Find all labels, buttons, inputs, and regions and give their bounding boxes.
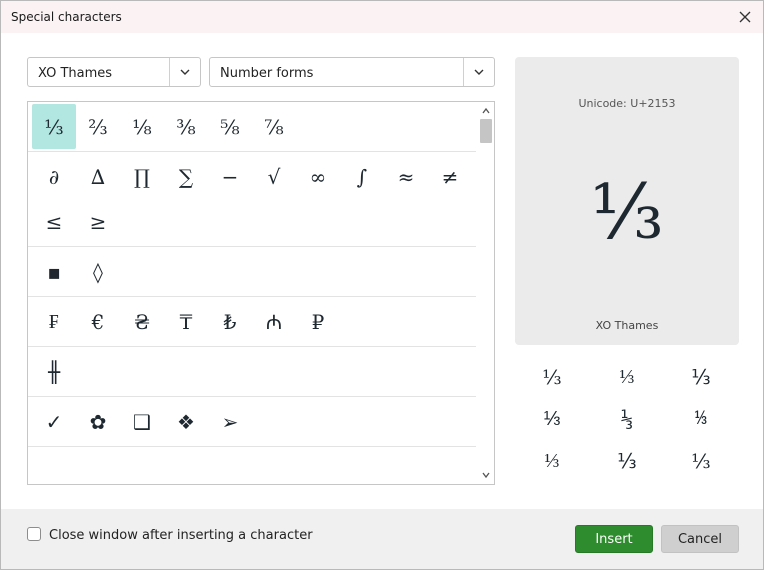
dialog-footer: Close window after inserting a character… — [1, 509, 763, 569]
char-cell[interactable]: − — [208, 154, 252, 199]
scrollbar-thumb[interactable] — [480, 119, 492, 143]
variant-glyph[interactable]: ⅓ — [590, 399, 664, 439]
char-cell[interactable]: ₽ — [296, 299, 340, 344]
character-grid: ⅓ ⅔ ⅛ ⅜ ⅝ ⅞ ∂ ∆ ∏ ∑ − √ ∞ ∫ ≈ ≠ ≤ ≥ ▪ ◊ ₣ € ₴ ₸ ₺ ₼ ₽ ╫ ✓ ✿ ❑ ❖ ➢ — [27, 101, 495, 485]
char-cell[interactable]: ₣ — [32, 299, 76, 344]
char-cell[interactable]: ✓ — [32, 399, 76, 444]
scroll-up-icon[interactable] — [481, 106, 491, 116]
char-cell[interactable]: ◊ — [76, 249, 120, 294]
char-cell[interactable]: ∏ — [120, 154, 164, 199]
font-select-value: XO Thames — [38, 66, 113, 81]
dialog-title: Special characters — [11, 10, 122, 24]
special-characters-dialog: Special characters XO Thames Number form… — [0, 0, 764, 570]
char-cell[interactable]: ≥ — [76, 199, 120, 244]
char-cell[interactable]: ⅔ — [76, 104, 120, 149]
char-cell[interactable]: € — [76, 299, 120, 344]
cancel-button[interactable]: Cancel — [661, 525, 739, 553]
variant-glyph[interactable]: ⅓ — [515, 357, 589, 397]
char-cell[interactable]: ≈ — [384, 154, 428, 199]
char-cell[interactable]: ₴ — [120, 299, 164, 344]
char-group: ∂ ∆ ∏ ∑ − √ ∞ ∫ ≈ ≠ ≤ ≥ — [28, 152, 476, 247]
scroll-down-icon[interactable] — [481, 470, 491, 480]
chevron-down-icon — [180, 69, 190, 75]
preview-glyph: ⅓ — [590, 167, 664, 256]
char-cell[interactable]: ⅜ — [164, 104, 208, 149]
variant-glyph[interactable]: ⅓ — [515, 441, 589, 481]
char-cell[interactable]: ⅞ — [252, 104, 296, 149]
char-group: ▪ ◊ — [28, 247, 476, 297]
char-cell[interactable]: ➢ — [208, 399, 252, 444]
char-cell[interactable]: ⅝ — [208, 104, 252, 149]
title-bar: Special characters — [1, 1, 763, 33]
variant-glyph[interactable]: ⅓ — [515, 399, 589, 439]
preview-font-name: XO Thames — [595, 319, 659, 332]
variant-glyph[interactable]: ⅓ — [664, 357, 738, 397]
variant-glyph[interactable]: ⅓ — [590, 357, 664, 397]
char-cell[interactable]: ▪ — [32, 249, 76, 294]
char-cell[interactable]: ₼ — [252, 299, 296, 344]
char-cell[interactable]: √ — [252, 154, 296, 199]
character-preview: Unicode: U+2153 ⅓ XO Thames — [515, 57, 739, 345]
char-cell[interactable]: ∫ — [340, 154, 384, 199]
char-cell[interactable]: ∑ — [164, 154, 208, 199]
subset-select[interactable]: Number forms — [209, 57, 495, 87]
char-cell[interactable]: ❖ — [164, 399, 208, 444]
close-button[interactable] — [735, 7, 755, 27]
char-cell[interactable]: ╫ — [32, 349, 76, 394]
char-cell[interactable]: ⅓ — [32, 104, 76, 149]
char-group: ╫ — [28, 347, 476, 397]
grid-scrollbar[interactable] — [478, 102, 494, 484]
variant-glyph[interactable]: ⅓ — [590, 441, 664, 481]
subset-select-chevron[interactable] — [463, 58, 494, 86]
close-after-insert-label[interactable]: Close window after inserting a character — [49, 528, 313, 543]
close-icon — [739, 11, 751, 23]
variant-glyph[interactable]: ⅓ — [664, 441, 738, 481]
char-cell[interactable]: ⅛ — [120, 104, 164, 149]
char-cell[interactable]: ≠ — [428, 154, 472, 199]
char-cell[interactable]: ₺ — [208, 299, 252, 344]
char-cell[interactable]: ≤ — [32, 199, 76, 244]
close-after-insert-checkbox[interactable] — [27, 527, 41, 541]
char-cell[interactable]: ∆ — [76, 154, 120, 199]
char-cell[interactable]: ✿ — [76, 399, 120, 444]
char-group: ✓ ✿ ❑ ❖ ➢ — [28, 397, 476, 447]
char-cell[interactable]: ∞ — [296, 154, 340, 199]
variant-glyph[interactable]: ⅓ — [664, 399, 738, 439]
unicode-label: Unicode: U+2153 — [578, 97, 676, 110]
char-group: ₣ € ₴ ₸ ₺ ₼ ₽ — [28, 297, 476, 347]
char-cell[interactable]: ❑ — [120, 399, 164, 444]
char-group: ⅓⅔⅛⅜⅝⅞ — [28, 102, 476, 152]
insert-button[interactable]: Insert — [575, 525, 653, 553]
subset-select-value: Number forms — [220, 66, 314, 81]
font-select-chevron[interactable] — [169, 58, 200, 86]
char-cell[interactable]: ₸ — [164, 299, 208, 344]
font-variants: ⅓⅓⅓⅓⅓⅓⅓⅓⅓ — [515, 357, 739, 481]
chevron-down-icon — [474, 69, 484, 75]
font-select[interactable]: XO Thames — [27, 57, 201, 87]
char-cell[interactable]: ∂ — [32, 154, 76, 199]
character-grid-content: ⅓ ⅔ ⅛ ⅜ ⅝ ⅞ ∂ ∆ ∏ ∑ − √ ∞ ∫ ≈ ≠ ≤ ≥ ▪ ◊ ₣ € ₴ ₸ ₺ ₼ ₽ ╫ ✓ ✿ ❑ ❖ ➢ — [28, 102, 476, 447]
